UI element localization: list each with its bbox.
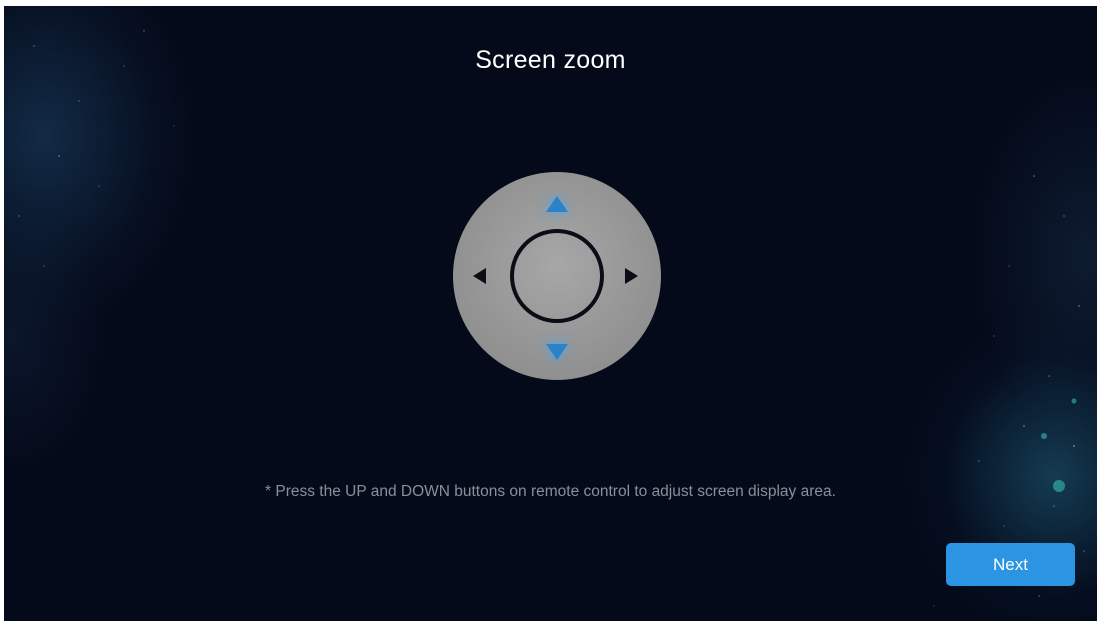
arrow-right-icon <box>625 268 638 284</box>
next-button[interactable]: Next <box>946 543 1075 586</box>
arrow-down-icon <box>546 344 568 360</box>
ok-ring-icon <box>510 229 604 323</box>
arrow-up-icon <box>546 196 568 212</box>
frame-edge <box>0 0 64 6</box>
remote-dpad-illustration <box>453 172 661 380</box>
instruction-text: * Press the UP and DOWN buttons on remot… <box>265 483 836 500</box>
page-title: Screen zoom <box>475 46 626 74</box>
arrow-left-icon <box>473 268 486 284</box>
screen-zoom-page: Screen zoom * Press the UP and DOWN butt… <box>4 6 1097 621</box>
